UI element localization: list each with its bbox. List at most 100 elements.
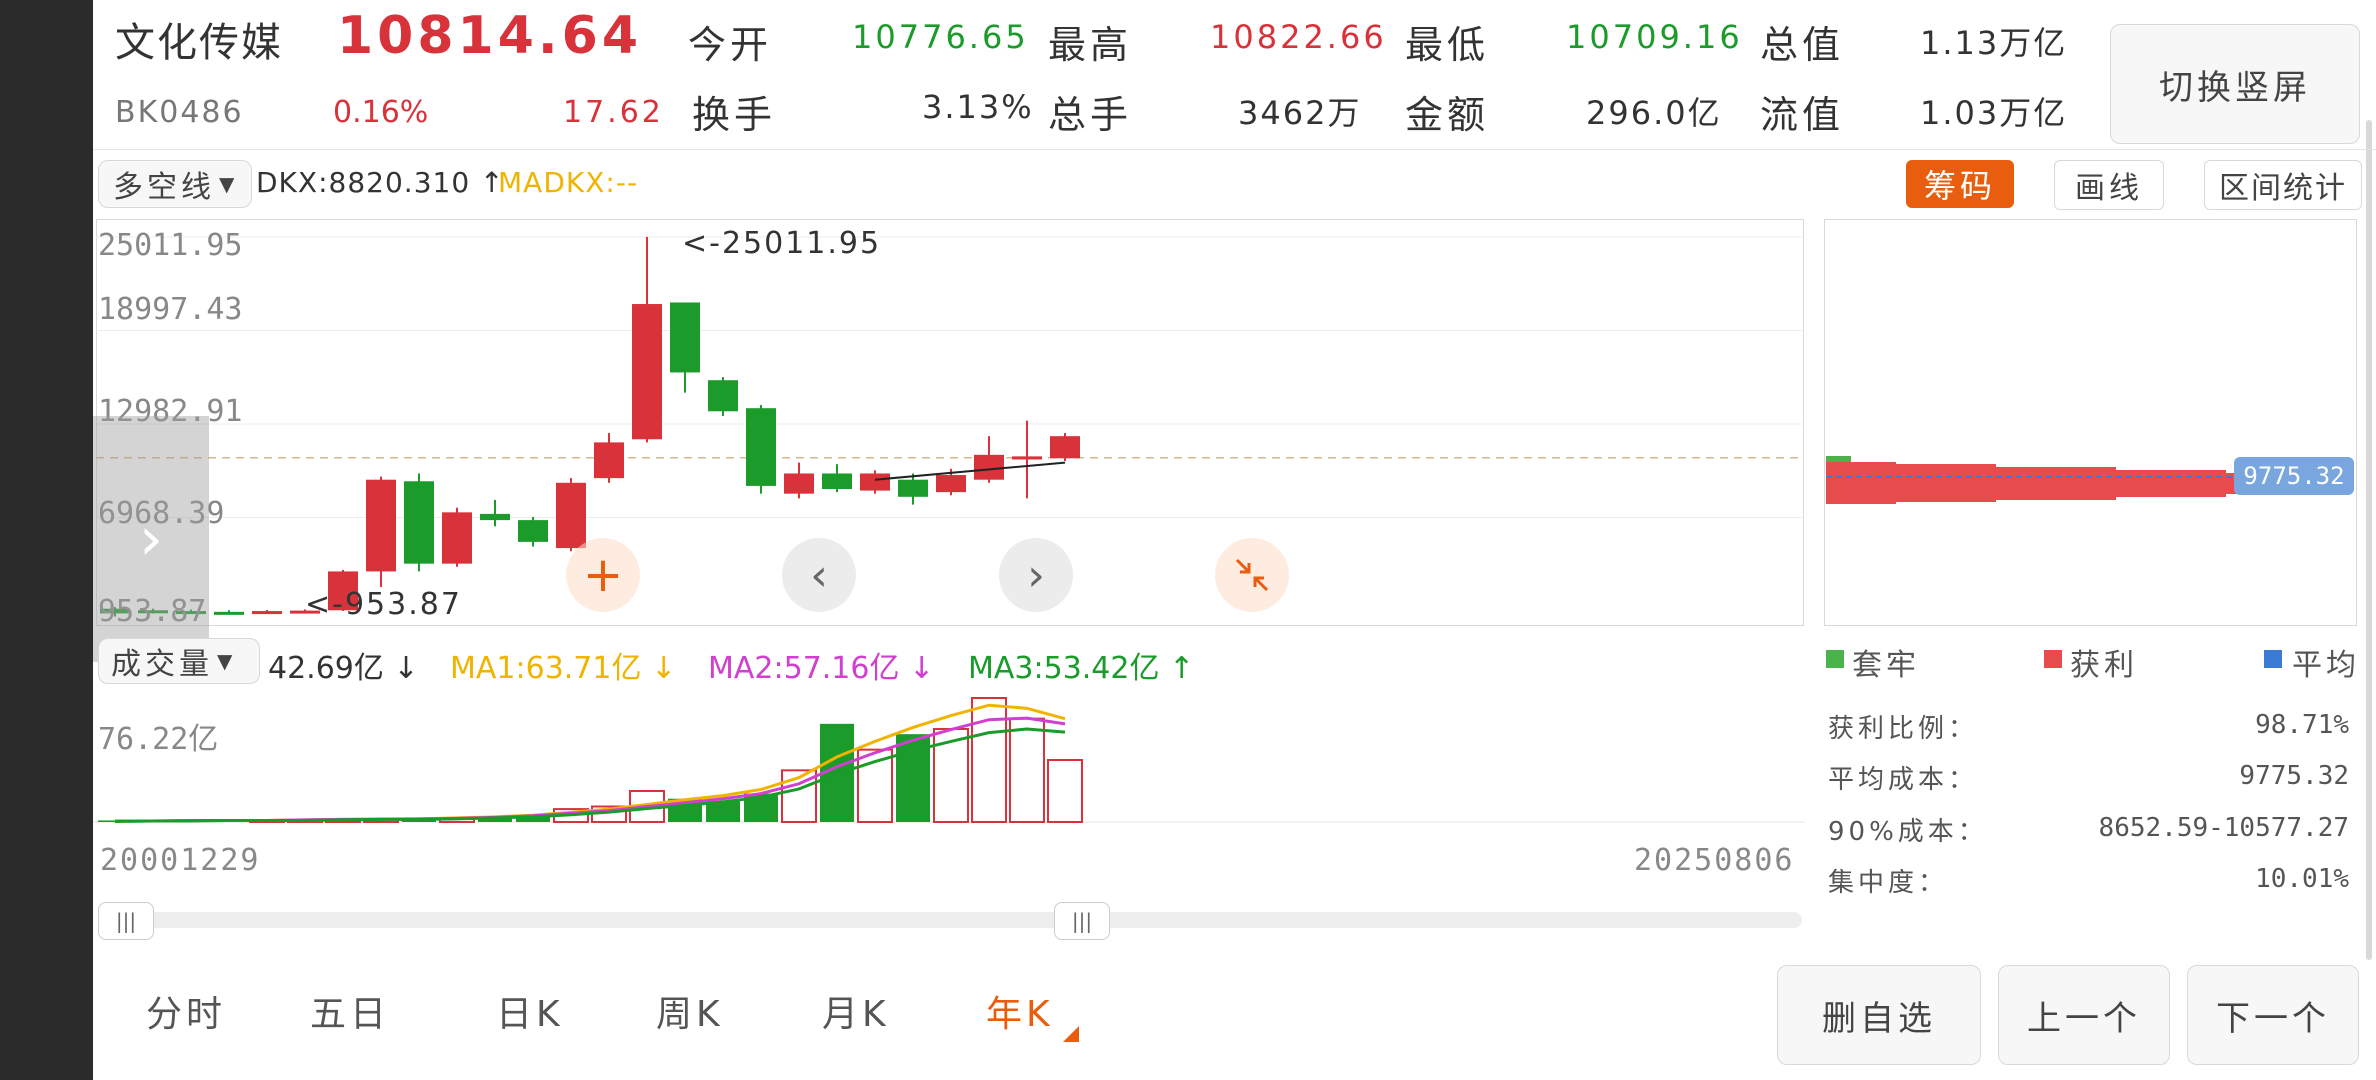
collapse-icon (1235, 558, 1269, 592)
trapped-legend-label: 套牢 (1852, 648, 1920, 683)
tab-daily-k[interactable]: 日K (496, 985, 564, 1037)
tab-monthly-k[interactable]: 月K (822, 985, 890, 1037)
tab-yearly-k[interactable]: 年K (986, 985, 1054, 1037)
trapped-legend-swatch (1826, 650, 1844, 668)
price-tick-1: 25011.95 (98, 228, 243, 263)
range-slider-track[interactable] (100, 912, 1802, 928)
mktcap-value: 1.13万亿 (1920, 24, 2068, 62)
chip-bar-2 (1896, 464, 1996, 502)
volume-label: 总手 (1048, 93, 1133, 137)
range-stats-button[interactable]: 区间统计 (2204, 160, 2362, 210)
left-dark-strip (0, 0, 93, 1080)
candle-body (936, 475, 966, 493)
candle-body (898, 479, 928, 497)
avg-cost-label: 平均成本： (1828, 765, 1979, 795)
mktcap-label: 总值 (1760, 23, 1845, 67)
chevron-right-icon: › (1027, 549, 1045, 601)
current-price: 10814.64 (337, 6, 643, 66)
candle-body (556, 482, 586, 549)
indicator-selector[interactable]: 多空线 ▼ (98, 160, 252, 208)
amount-value: 296.0亿 (1586, 94, 1722, 132)
candle-body (1012, 456, 1042, 460)
tab-five-day[interactable]: 五日 (310, 985, 390, 1037)
candle-body (442, 512, 472, 564)
range-slider-left-handle[interactable]: ||| (98, 902, 154, 940)
tab-weekly-k[interactable]: 周K (656, 985, 724, 1037)
candle-body (746, 408, 776, 486)
volume-current: 42.69亿 ↓ (268, 651, 419, 686)
range-slider-right-handle[interactable]: ||| (1054, 902, 1110, 940)
chip-bar-1 (1826, 462, 1896, 504)
stock-code: BK0486 (115, 95, 244, 130)
profit-legend-label: 获利 (2070, 648, 2138, 683)
chip-distribution-chart (1826, 456, 2344, 504)
shrink-chart-button[interactable] (1215, 538, 1289, 612)
low-value: 10709.16 (1566, 18, 1743, 56)
concentration-label: 集中度： (1828, 868, 1949, 898)
volume-axis-top: 76.22亿 (98, 722, 219, 757)
madkx-value: MADKX:-- (498, 166, 639, 199)
high-value: 10822.66 (1210, 18, 1387, 56)
amount-label: 金额 (1405, 93, 1490, 137)
volume-bar (1047, 759, 1083, 823)
previous-stock-button[interactable]: 上一个 (1998, 965, 2170, 1065)
max-price-marker: <-25011.95 (682, 226, 882, 261)
volume-selector[interactable]: 成交量 ▼ (98, 638, 260, 684)
average-legend-swatch (2264, 650, 2282, 668)
candle-body (822, 473, 852, 490)
vertical-scrollbar[interactable] (2366, 120, 2372, 960)
volume-selector-label: 成交量 (111, 647, 213, 682)
concentration-value: 10.01% (2255, 864, 2349, 894)
candle-body (860, 473, 890, 491)
candle-body (214, 611, 244, 615)
date-start: 20001229 (100, 843, 261, 878)
low-label: 最低 (1405, 23, 1490, 67)
next-stock-button[interactable]: 下一个 (2187, 965, 2359, 1065)
min-price-marker: <-953.87 (305, 587, 462, 622)
candle-body (366, 479, 396, 572)
indicator-selector-label: 多空线 (113, 170, 215, 205)
turnover-value: 3.13% (922, 88, 1034, 126)
open-value: 10776.65 (852, 18, 1029, 56)
delete-watchlist-button[interactable]: 删自选 (1777, 965, 1981, 1065)
draw-line-button[interactable]: 画线 (2054, 160, 2164, 210)
scroll-right-button[interactable]: › (999, 538, 1073, 612)
profit-legend-swatch (2044, 650, 2062, 668)
candle-body (252, 611, 282, 615)
price-tick-2: 18997.43 (98, 292, 243, 327)
scroll-left-button[interactable]: ‹ (782, 538, 856, 612)
candle-body (518, 520, 548, 542)
cost90-value: 8652.59-10577.27 (2098, 813, 2349, 843)
candle-body (784, 473, 814, 494)
add-crosshair-button[interactable]: + (566, 538, 640, 612)
candle-body (708, 380, 738, 412)
candle-body (480, 513, 510, 521)
chip-bar-3 (1996, 467, 2116, 500)
change-percent: 0.16% (333, 95, 429, 130)
expand-panel-handle[interactable]: › (93, 416, 209, 662)
avg-cost-value: 9775.32 (2239, 761, 2349, 791)
change-value: 17.62 (563, 95, 664, 130)
volume-ma1: MA1:63.71亿 ↓ (450, 651, 677, 686)
chip-trapped-band (1826, 456, 1851, 462)
stock-name: 文化传媒 (115, 20, 283, 66)
candle-body (594, 442, 624, 479)
tab-intraday[interactable]: 分时 (146, 985, 226, 1037)
volume-bar (971, 697, 1007, 823)
volume-ma3: MA3:53.42亿 ↑ (968, 651, 1195, 686)
chip-distribution-button[interactable]: 筹码 (1906, 160, 2014, 208)
cost90-label: 90%成本： (1828, 817, 1988, 847)
volume-chart (93, 697, 1805, 824)
chevron-left-icon: ‹ (810, 549, 828, 601)
switch-portrait-button[interactable]: 切换竖屏 (2110, 24, 2360, 144)
date-end: 20250806 (1634, 843, 1795, 878)
volume-ma2: MA2:57.16亿 ↓ (708, 651, 935, 686)
price-chart (96, 236, 1802, 617)
high-label: 最高 (1048, 23, 1133, 67)
average-legend-label: 平均 (2292, 648, 2360, 683)
open-label: 今开 (688, 23, 773, 67)
dkx-value: DKX:8820.310 ↑ (256, 166, 505, 199)
candle-body (670, 302, 700, 373)
chip-bar-4 (2116, 470, 2226, 497)
float-value: 1.03万亿 (1920, 94, 2068, 132)
